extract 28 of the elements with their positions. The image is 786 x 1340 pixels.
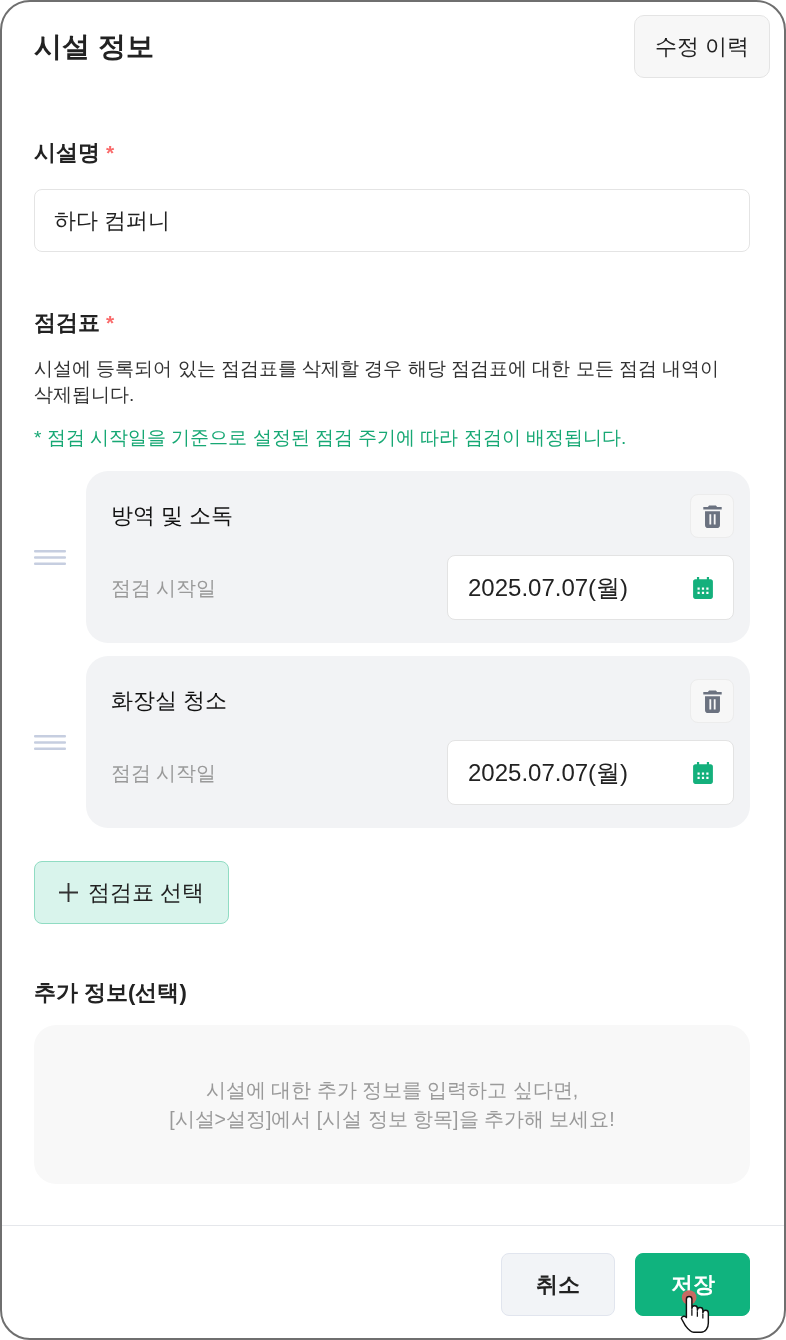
facility-name-input[interactable]: 하다 컴퍼니 — [34, 189, 750, 252]
drag-handle-icon[interactable] — [34, 549, 66, 565]
edit-history-button[interactable]: 수정 이력 — [634, 15, 770, 78]
required-mark: * — [106, 140, 115, 166]
trash-icon — [702, 504, 722, 528]
calendar-icon — [693, 761, 713, 784]
delete-button[interactable] — [690, 679, 734, 723]
checklist-name: 화장실 청소 — [111, 687, 228, 715]
help-text: 시설에 등록되어 있는 점검표를 삭제할 경우 해당 점검표에 대한 모든 점검 내역이 삭제됩니다. — [34, 357, 721, 407]
delete-button[interactable] — [690, 494, 734, 538]
cancel-button[interactable]: 취소 — [501, 1253, 615, 1316]
field-label: 추가 정보(선택) — [34, 979, 187, 1007]
checklist-name: 방역 및 소독 — [111, 502, 234, 530]
page-title: 시설 정보 — [34, 29, 154, 64]
drag-handle-icon[interactable] — [34, 734, 66, 750]
info-note: * 점검 시작일을 기준으로 설정된 점검 주기에 따라 점검이 배정됩니다. — [34, 426, 628, 450]
field-label: 시설명 — [34, 139, 100, 167]
date-picker-field[interactable]: 2025.07.07(월) — [447, 555, 734, 620]
start-date-label: 점검 시작일 — [111, 760, 217, 786]
add-checklist-button[interactable]: 점검표 선택 — [34, 861, 229, 924]
calendar-icon — [693, 576, 713, 599]
trash-icon — [702, 689, 722, 713]
date-picker-field[interactable]: 2025.07.07(월) — [447, 740, 734, 805]
plus-icon — [58, 883, 78, 902]
field-label: 점검표 — [34, 309, 100, 337]
empty-info-message: 시설에 대한 추가 정보를 입력하고 싶다면, [시설>설정]에서 [시설 정보 항목]을 추가해 보세요! — [169, 1077, 615, 1132]
required-mark: * — [106, 310, 115, 336]
start-date-label: 점검 시작일 — [111, 575, 217, 601]
